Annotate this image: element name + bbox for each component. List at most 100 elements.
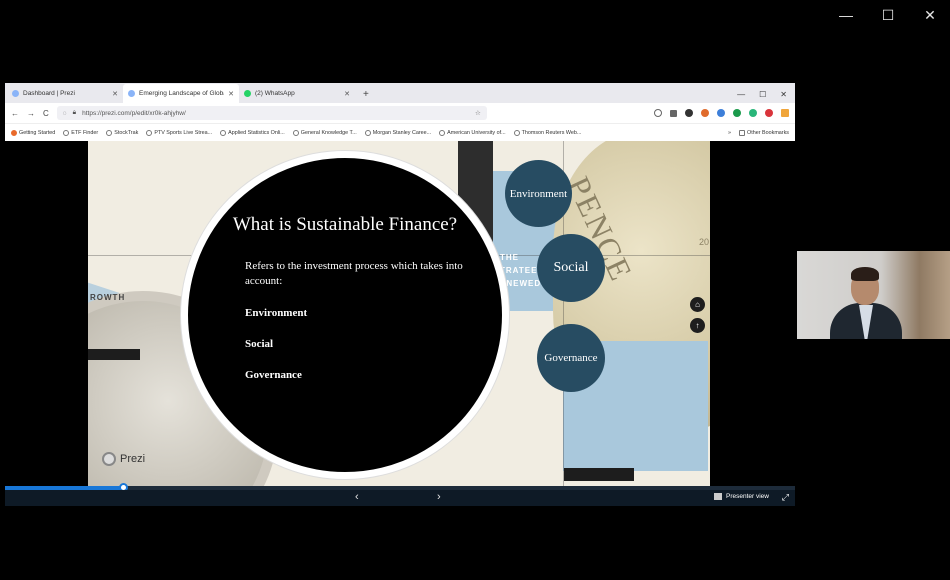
lock-icon: 🔒︎ <box>72 109 77 116</box>
shield-icon: ◌ <box>62 109 67 117</box>
other-bookmarks[interactable]: Other Bookmarks <box>739 129 789 136</box>
background-text-line: THE <box>500 253 519 262</box>
prezi-canvas[interactable]: ROWTH THE TRATEE ENEWED PENCE 20 What is… <box>88 141 710 488</box>
background-shape <box>564 468 634 481</box>
address-bar[interactable]: ◌ 🔒︎ https://prezi.com/p/edit/xr0k-ahjyh… <box>56 106 487 120</box>
prezi-favicon-icon <box>128 90 135 97</box>
presenter-view-icon <box>714 493 722 500</box>
tab-title: Dashboard | Prezi <box>23 90 75 97</box>
globe-icon <box>292 129 299 136</box>
tab-dashboard[interactable]: Dashboard | Prezi ✕ <box>7 84 123 103</box>
globe-icon <box>146 129 153 136</box>
tab-title: (2) WhatsApp <box>255 90 295 97</box>
firefox-icon <box>11 129 17 136</box>
extension-icon[interactable] <box>717 109 725 117</box>
prezi-badge[interactable]: Prezi <box>102 452 145 466</box>
download-icon[interactable] <box>670 109 677 117</box>
slide-item-environment: Environment <box>245 307 308 319</box>
close-tab-icon[interactable]: ✕ <box>112 90 118 98</box>
presenter-view-button[interactable]: Presenter view <box>714 493 769 500</box>
bookmarks-bar: Getting Started ETF Finder StockTrak PTV… <box>5 123 795 141</box>
bookmark-item[interactable]: Applied Statistics Onli... <box>220 129 285 136</box>
slide-item-governance: Governance <box>245 369 302 381</box>
slide-body-text: Refers to the investment process which t… <box>245 260 463 287</box>
minimize-button[interactable]: — <box>834 6 858 24</box>
bookmark-label: Morgan Stanley Caree... <box>372 129 432 136</box>
bookmark-item[interactable]: American University of... <box>439 129 506 136</box>
zoom-out-icon[interactable]: ↑ <box>690 318 705 333</box>
background-shape <box>88 349 140 360</box>
slide-title: What is Sustainable Finance? <box>232 214 458 235</box>
whatsapp-favicon-icon <box>244 90 251 97</box>
extension-icon[interactable] <box>749 109 757 117</box>
prezi-logo-icon <box>102 452 116 466</box>
globe-icon <box>439 129 446 136</box>
prezi-favicon-icon <box>12 90 19 97</box>
browser-maximize-button[interactable]: ☐ <box>759 90 766 99</box>
topic-circle[interactable]: What is Sustainable Finance? Refers to t… <box>181 151 509 479</box>
extension-icon[interactable] <box>765 109 773 117</box>
bookmark-label: General Knowledge T... <box>300 129 357 136</box>
reload-button[interactable]: C <box>43 109 49 118</box>
slide-item-social: Social <box>245 338 274 350</box>
topic-node-governance[interactable]: Governance <box>537 324 605 392</box>
bookmark-label: StockTrak <box>114 129 139 136</box>
globe-icon <box>63 129 70 136</box>
browser-window-controls: — ☐ ✕ <box>737 90 795 103</box>
webcam-video <box>797 251 950 339</box>
close-tab-icon[interactable]: ✕ <box>344 90 350 98</box>
bookmark-label: ETF Finder <box>71 129 99 136</box>
maximize-button[interactable]: ☐ <box>876 6 900 24</box>
browser-minimize-button[interactable]: — <box>737 90 745 99</box>
bookmarks-overflow-button[interactable]: » <box>728 130 731 136</box>
bookmark-item[interactable]: PTV Sports Live Strea... <box>146 129 213 136</box>
bookmark-item[interactable]: ETF Finder <box>63 129 99 136</box>
browser-window: Dashboard | Prezi ✕ Emerging Landscape o… <box>5 83 795 141</box>
folder-icon <box>739 129 746 136</box>
extension-icon[interactable] <box>701 109 709 117</box>
next-step-button[interactable]: › <box>437 491 441 503</box>
extension-icon[interactable] <box>685 109 693 117</box>
globe-icon <box>220 129 227 136</box>
bookmark-label: Other Bookmarks <box>747 129 789 136</box>
bookmark-item[interactable]: General Knowledge T... <box>292 129 357 136</box>
extension-icon[interactable] <box>781 109 789 117</box>
url-text[interactable]: https://prezi.com/p/edit/xr0k-ahjyhw/ <box>82 110 469 117</box>
stage-margin-left <box>5 141 88 488</box>
tab-whatsapp[interactable]: (2) WhatsApp ✕ <box>239 84 355 103</box>
close-window-button[interactable]: ✕ <box>918 6 942 24</box>
forward-button[interactable]: → <box>27 109 35 118</box>
presenter-bar: ‹ › Presenter view ⤢ <box>5 490 795 506</box>
previous-step-button[interactable]: ‹ <box>355 491 359 503</box>
fullscreen-icon[interactable]: ⤢ <box>782 492 789 503</box>
coin-text: 20 <box>699 237 710 247</box>
extension-icon[interactable] <box>733 109 741 117</box>
bookmark-label: Applied Statistics Onli... <box>228 129 285 136</box>
pocket-icon[interactable] <box>654 109 662 117</box>
globe-icon <box>364 129 371 136</box>
tab-emerging-landscape[interactable]: Emerging Landscape of Globa ✕ <box>123 84 239 103</box>
bookmark-label: Thomson Reuters Web... <box>521 129 582 136</box>
bookmark-item[interactable]: Getting Started <box>11 129 55 136</box>
bookmark-item[interactable]: StockTrak <box>106 129 139 136</box>
presenter-hair <box>851 267 879 281</box>
topic-node-environment[interactable]: Environment <box>505 160 572 227</box>
new-tab-button[interactable]: + <box>355 89 377 103</box>
bookmark-label: PTV Sports Live Strea... <box>154 129 213 136</box>
globe-icon <box>106 129 113 136</box>
extensions-toolbar <box>654 109 789 117</box>
close-tab-icon[interactable]: ✕ <box>228 90 234 98</box>
browser-close-button[interactable]: ✕ <box>780 90 787 99</box>
background-text: ROWTH <box>90 293 126 302</box>
bookmark-item[interactable]: Morgan Stanley Caree... <box>364 129 432 136</box>
back-button[interactable]: ← <box>11 109 19 118</box>
navigation-bar: ← → C ◌ 🔒︎ https://prezi.com/p/edit/xr0k… <box>5 103 795 123</box>
background-text-line: TRATEE <box>500 266 538 275</box>
bookmark-label: American University of... <box>447 129 506 136</box>
home-icon[interactable]: ⌂ <box>690 297 705 312</box>
window-controls: — ☐ ✕ <box>834 6 942 24</box>
stage-margin-right <box>710 141 795 488</box>
bookmark-star-icon[interactable]: ☆ <box>475 109 481 117</box>
topic-node-social[interactable]: Social <box>537 234 605 302</box>
bookmark-item[interactable]: Thomson Reuters Web... <box>513 129 582 136</box>
